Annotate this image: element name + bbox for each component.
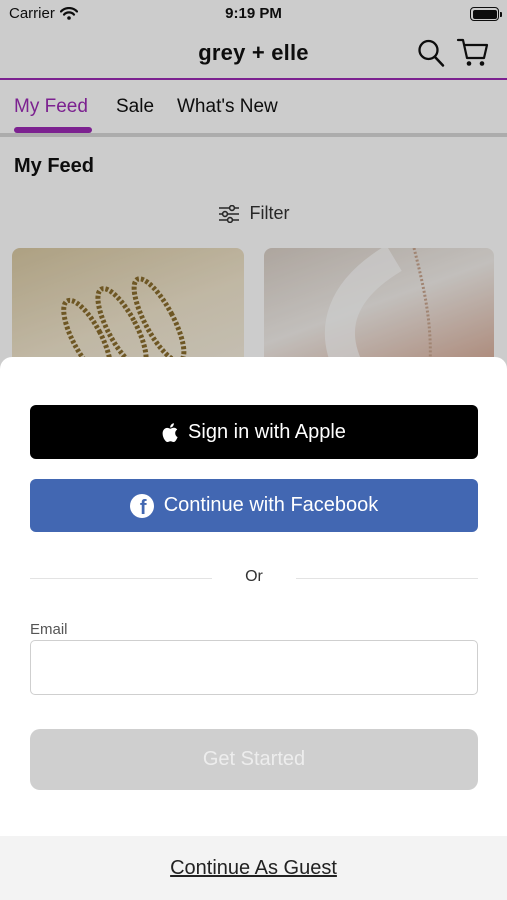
facebook-button-label: Continue with Facebook — [163, 494, 379, 516]
get-started-button[interactable]: Get Started — [30, 729, 478, 790]
apple-button-label: Sign in with Apple — [188, 420, 346, 443]
email-label: Email — [30, 621, 68, 638]
continue-as-guest-link[interactable]: Continue As Guest — [170, 857, 337, 880]
sign-in-sheet: Sign in with Apple f Continue with Faceb… — [0, 357, 507, 900]
continue-with-facebook-button[interactable]: f Continue with Facebook — [30, 479, 478, 532]
or-label: Or — [245, 568, 263, 585]
guest-bar: Continue As Guest — [0, 836, 507, 900]
email-field[interactable] — [30, 640, 478, 695]
sign-in-with-apple-button[interactable]: Sign in with Apple — [30, 405, 478, 459]
facebook-icon: f — [129, 493, 154, 518]
or-divider: Or — [30, 568, 478, 588]
divider-line — [296, 578, 478, 579]
get-started-label: Get Started — [202, 748, 306, 770]
apple-icon — [162, 422, 178, 442]
